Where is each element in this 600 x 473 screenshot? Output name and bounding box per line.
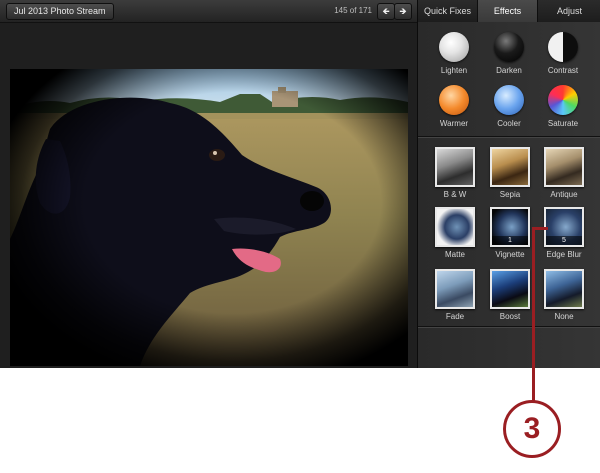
matte-thumbnail bbox=[435, 207, 475, 247]
lighten-button[interactable]: Lighten bbox=[427, 32, 481, 76]
cooler-swatch-icon bbox=[494, 85, 524, 115]
vignette-thumbnail: 1 bbox=[490, 207, 530, 247]
effect-label: Edge Blur bbox=[546, 250, 582, 259]
tab-quick-fixes[interactable]: Quick Fixes bbox=[418, 0, 478, 22]
callout-leader-line bbox=[532, 229, 535, 402]
effect-label: B & W bbox=[443, 190, 467, 199]
effect-edge-blur[interactable]: 5 Edge Blur bbox=[536, 207, 592, 260]
edited-photo[interactable] bbox=[10, 69, 408, 366]
effect-vignette[interactable]: 1 Vignette bbox=[482, 207, 538, 260]
effect-label: Matte bbox=[444, 250, 465, 259]
boost-thumbnail bbox=[490, 269, 530, 309]
swatch-label: Cooler bbox=[497, 119, 521, 128]
edit-panel: Quick Fixes Effects Adjust Lighten Darke… bbox=[417, 0, 600, 368]
album-back-button[interactable]: Jul 2013 Photo Stream bbox=[6, 3, 114, 20]
warmer-swatch-icon bbox=[439, 85, 469, 115]
edit-tabs: Quick Fixes Effects Adjust bbox=[418, 0, 600, 22]
warmer-button[interactable]: Warmer bbox=[427, 85, 481, 129]
panel-divider bbox=[418, 326, 600, 328]
photo-area: Jul 2013 Photo Stream 145 of 171 🡸 🡺 bbox=[0, 0, 417, 368]
effect-none[interactable]: None bbox=[536, 269, 592, 322]
effect-boost[interactable]: Boost bbox=[482, 269, 538, 322]
saturate-swatch-icon bbox=[548, 85, 578, 115]
effect-label: Antique bbox=[550, 190, 578, 199]
tab-adjust[interactable]: Adjust bbox=[538, 0, 600, 22]
effect-label: Fade bbox=[445, 312, 465, 321]
none-thumbnail bbox=[544, 269, 584, 309]
bw-thumbnail bbox=[435, 147, 475, 187]
effect-label: None bbox=[554, 312, 574, 321]
photo-counter: 145 of 171 bbox=[334, 6, 372, 15]
contrast-swatch-icon bbox=[548, 32, 578, 62]
tab-effects[interactable]: Effects bbox=[478, 0, 538, 22]
effect-matte[interactable]: Matte bbox=[427, 207, 483, 260]
swatch-label: Warmer bbox=[439, 119, 469, 128]
darken-button[interactable]: Darken bbox=[482, 32, 536, 76]
lighten-swatch-icon bbox=[439, 32, 469, 62]
vignette-level-badge: 1 bbox=[492, 236, 528, 245]
effect-label: Boost bbox=[499, 312, 521, 321]
swatch-label: Darken bbox=[496, 66, 522, 75]
step-callout-badge: 3 bbox=[503, 400, 561, 458]
darken-swatch-icon bbox=[494, 32, 524, 62]
dog-photo bbox=[10, 69, 408, 366]
edge-blur-level-badge: 5 bbox=[546, 236, 582, 245]
effect-sepia[interactable]: Sepia bbox=[482, 147, 538, 200]
effect-fade[interactable]: Fade bbox=[427, 269, 483, 322]
effect-label: Sepia bbox=[499, 190, 521, 199]
left-arrow-icon[interactable]: 🡸 bbox=[377, 3, 395, 20]
photo-editor-window: Jul 2013 Photo Stream 145 of 171 🡸 🡺 Qui… bbox=[0, 0, 600, 368]
sepia-thumbnail bbox=[490, 147, 530, 187]
effect-antique[interactable]: Antique bbox=[536, 147, 592, 200]
photo-toolbar: Jul 2013 Photo Stream 145 of 171 🡸 🡺 bbox=[0, 0, 417, 23]
contrast-button[interactable]: Contrast bbox=[536, 32, 590, 76]
swatch-label: Lighten bbox=[440, 66, 468, 75]
right-arrow-icon[interactable]: 🡺 bbox=[394, 3, 412, 20]
effect-label: Vignette bbox=[495, 250, 525, 259]
effect-bw[interactable]: B & W bbox=[427, 147, 483, 200]
edge-blur-thumbnail: 5 bbox=[544, 207, 584, 247]
antique-thumbnail bbox=[544, 147, 584, 187]
saturate-button[interactable]: Saturate bbox=[536, 85, 590, 129]
cooler-button[interactable]: Cooler bbox=[482, 85, 536, 129]
panel-divider bbox=[418, 136, 600, 138]
swatch-label: Contrast bbox=[547, 66, 579, 75]
swatch-label: Saturate bbox=[547, 119, 579, 128]
fade-thumbnail bbox=[435, 269, 475, 309]
